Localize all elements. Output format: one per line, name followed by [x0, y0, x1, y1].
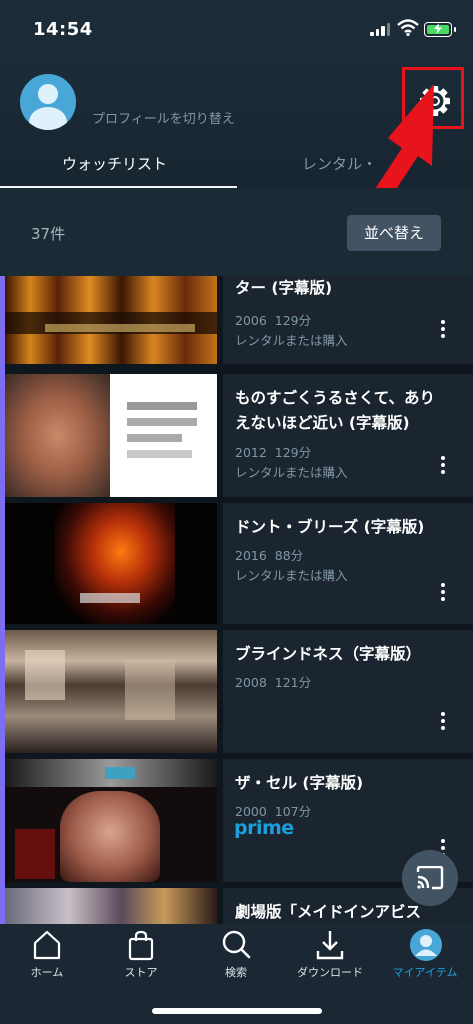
tab-watchlist[interactable]: ウォッチリスト	[62, 153, 167, 174]
home-icon	[33, 930, 61, 960]
store-bag-icon	[128, 930, 154, 961]
item-count: 37件	[31, 225, 66, 243]
movie-meta: 2008 121分	[235, 675, 312, 690]
status-time: 14:54	[33, 19, 93, 40]
profile-switch-link[interactable]: プロフィールを切り替え	[92, 108, 235, 127]
watchlist[interactable]: ター (字幕版) 2006 129分 レンタルまたは購入 ものすごくうるさくて、…	[0, 276, 473, 924]
search-icon	[222, 930, 251, 959]
sort-button[interactable]: 並べ替え	[347, 215, 441, 251]
tab-my-items[interactable]: マイアイテム	[378, 924, 472, 984]
movie-meta: 2006 129分	[235, 313, 312, 328]
tab-store-label: ストア	[124, 966, 158, 979]
tab-home[interactable]: ホーム	[0, 924, 94, 984]
movie-title: ものすごくうるさくて、ありえないほど近い (字幕版)	[235, 389, 435, 432]
tab-search[interactable]: 検索	[189, 924, 283, 984]
wifi-icon	[397, 19, 419, 36]
prime-badge: prime	[234, 817, 294, 839]
cast-icon	[416, 866, 444, 890]
movie-poster[interactable]	[5, 374, 217, 497]
movie-title: ター (字幕版)	[235, 279, 333, 297]
cellular-signal-icon	[370, 22, 392, 36]
tab-home-label: ホーム	[30, 966, 64, 979]
movie-availability: レンタルまたは購入	[235, 568, 348, 583]
movie-poster[interactable]	[5, 503, 217, 624]
movie-title: ザ・セル (字幕版)	[235, 774, 364, 792]
movie-meta: 2012 129分	[235, 445, 312, 460]
more-options-icon[interactable]	[441, 712, 445, 733]
movie-title: ブラインドネス（字幕版）	[235, 645, 422, 663]
profile-avatar[interactable]	[20, 74, 76, 130]
cast-button[interactable]	[402, 850, 458, 906]
movie-title: 劇場版「メイドインアビス	[235, 903, 422, 921]
list-item[interactable]: ものすごくうるさくて、ありえないほど近い (字幕版) 2012 129分 レンタ…	[5, 374, 473, 497]
status-bar: 14:54	[0, 0, 473, 58]
tab-search-label: 検索	[225, 966, 247, 979]
movie-info[interactable]: ものすごくうるさくて、ありえないほど近い (字幕版) 2012 129分 レンタ…	[223, 374, 473, 497]
list-toolbar: 37件 並べ替え	[0, 188, 473, 276]
more-options-icon[interactable]	[441, 583, 445, 604]
tab-store[interactable]: ストア	[94, 924, 188, 984]
list-item[interactable]: ザ・セル (字幕版) 2000 107分 prime	[5, 759, 473, 882]
movie-info[interactable]: ター (字幕版) 2006 129分 レンタルまたは購入	[223, 276, 473, 364]
movie-poster[interactable]	[5, 630, 217, 753]
list-item[interactable]: 劇場版「メイドインアビス	[5, 888, 473, 924]
tab-my-items-label: マイアイテム	[392, 966, 458, 979]
movie-availability: レンタルまたは購入	[235, 465, 348, 480]
home-indicator	[152, 1008, 322, 1014]
avatar-icon	[410, 929, 442, 961]
list-item[interactable]: ター (字幕版) 2006 129分 レンタルまたは購入	[5, 276, 473, 364]
more-options-icon[interactable]	[441, 320, 445, 341]
battery-icon	[424, 22, 456, 37]
tab-download[interactable]: ダウンロード	[283, 924, 377, 984]
movie-info[interactable]: ブラインドネス（字幕版） 2008 121分	[223, 630, 473, 753]
movie-meta: 2016 88分	[235, 548, 304, 563]
movie-info[interactable]: ドント・ブリーズ (字幕版) 2016 88分 レンタルまたは購入	[223, 503, 473, 624]
more-options-icon[interactable]	[441, 456, 445, 477]
movie-poster[interactable]	[5, 759, 217, 882]
movie-poster[interactable]	[5, 276, 217, 364]
list-item[interactable]: ドント・ブリーズ (字幕版) 2016 88分 レンタルまたは購入	[5, 503, 473, 624]
movie-availability: レンタルまたは購入	[235, 333, 348, 348]
movie-title: ドント・ブリーズ (字幕版)	[235, 518, 425, 536]
tab-download-label: ダウンロード	[297, 966, 363, 979]
list-item[interactable]: ブラインドネス（字幕版） 2008 121分	[5, 630, 473, 753]
download-icon	[316, 931, 344, 960]
movie-poster[interactable]	[5, 888, 217, 924]
